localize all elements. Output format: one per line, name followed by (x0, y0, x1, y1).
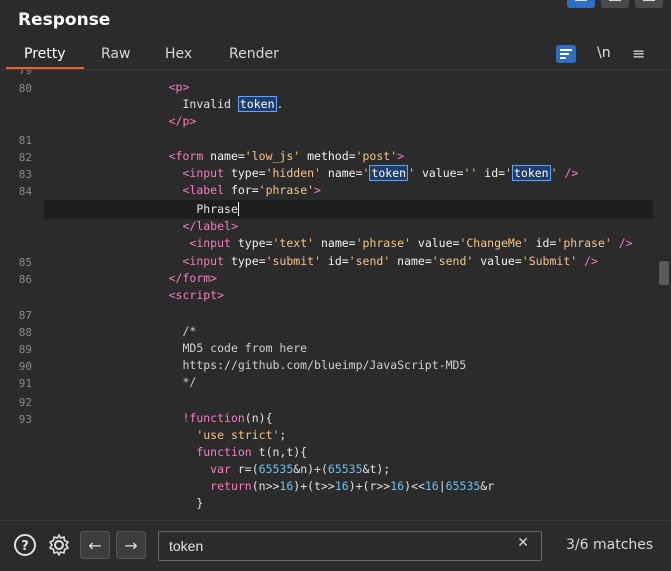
code-line: <input type='text' name='phrase' value='… (189, 236, 633, 250)
search-input[interactable] (167, 535, 501, 557)
html-tag: <p> (168, 80, 190, 94)
tab-hex[interactable]: Hex (165, 46, 192, 62)
code-line: var r=(65535&n)+(65535&t); (210, 462, 391, 476)
line-number: 87 (18, 309, 32, 322)
line-number: 93 (18, 413, 32, 426)
gear-icon[interactable] (46, 532, 72, 558)
previous-match-button[interactable]: ← (80, 531, 110, 559)
search-bar: ? ← → ✕ 3/6 matches (0, 520, 671, 571)
view-toggle-group (567, 0, 663, 8)
help-icon[interactable]: ? (12, 532, 38, 558)
panel-title: Response (18, 10, 111, 30)
code-line: <input type='hidden' name=' token ' value=… (182, 165, 579, 181)
search-field[interactable]: ✕ (158, 531, 542, 561)
tab-render[interactable]: Render (229, 46, 279, 62)
code-line: <p> (44, 79, 653, 96)
search-match: token (511, 165, 551, 181)
response-tabs: Pretty Raw Hex Render \n ≡ (0, 40, 671, 70)
html-tag: </p> (168, 114, 197, 128)
code-line: </form> (168, 271, 218, 285)
code-line: function t(n,t){ (196, 445, 308, 459)
code-line: return(n>>16)+(t>>16)+(r>>16)<<16|65535&… (210, 479, 495, 493)
line-number: 85 (18, 256, 32, 269)
code-line: <input type='submit' id='send' name='sen… (182, 254, 598, 268)
code-line: Invalid token. (182, 96, 284, 112)
code-line: /* (182, 324, 197, 338)
code-line: */ (182, 375, 197, 389)
hamburger-icon[interactable]: ≡ (632, 44, 645, 63)
arrow-left-icon: ← (88, 535, 102, 555)
code-editor[interactable]: 79 80 81 82 83 84 85 86 87 88 89 90 91 9… (0, 70, 671, 520)
search-match: token (237, 96, 277, 112)
word-wrap-icon[interactable] (556, 45, 576, 63)
line-number: 88 (18, 326, 32, 339)
code-line: 'use strict'; (196, 428, 287, 442)
clear-search-icon[interactable]: ✕ (517, 535, 529, 551)
text-caret (237, 202, 239, 216)
tab-raw[interactable]: Raw (101, 46, 130, 62)
code-line: </label> (182, 219, 238, 233)
line-number: 86 (18, 273, 32, 286)
line-number: 90 (18, 360, 32, 373)
line-number: 89 (18, 343, 32, 356)
line-number: 80 (18, 82, 32, 95)
tab-pretty[interactable]: Pretty (24, 46, 66, 62)
code-line: <form name='low_js' method='post'> (168, 149, 405, 163)
view-horizontal-button[interactable] (601, 0, 629, 8)
line-number: 84 (18, 185, 32, 198)
line-number: 79 (18, 70, 32, 77)
match-count: 3/6 matches (566, 537, 654, 553)
next-match-button[interactable]: → (116, 531, 146, 559)
code-line: <script> (168, 288, 225, 302)
line-number: 91 (18, 377, 32, 390)
svg-text:?: ? (21, 539, 29, 554)
code-line: MD5 code from here (182, 341, 308, 355)
code-line: <label for='phrase'> (182, 183, 321, 197)
line-number: 82 (18, 151, 32, 164)
code-line: Phrase (196, 202, 239, 216)
code-line: !function(n){ (182, 411, 273, 425)
search-match: token (369, 165, 409, 181)
show-newlines-button[interactable]: \n (597, 45, 611, 61)
panel-header: Response (0, 0, 671, 40)
vertical-scrollbar-thumb[interactable] (659, 261, 669, 285)
view-split-button[interactable] (567, 0, 595, 8)
line-number: 81 (18, 134, 32, 147)
code-line: </p> (44, 113, 653, 130)
code-line: } (196, 496, 204, 510)
line-number: 83 (18, 168, 32, 181)
arrow-right-icon: → (124, 535, 138, 555)
line-number-gutter: 79 80 81 82 83 84 85 86 87 88 89 90 91 9… (0, 70, 42, 520)
code-line: https://github.com/blueimp/JavaScript-MD… (182, 358, 467, 372)
view-vertical-button[interactable] (635, 0, 663, 8)
line-number: 92 (18, 396, 32, 409)
